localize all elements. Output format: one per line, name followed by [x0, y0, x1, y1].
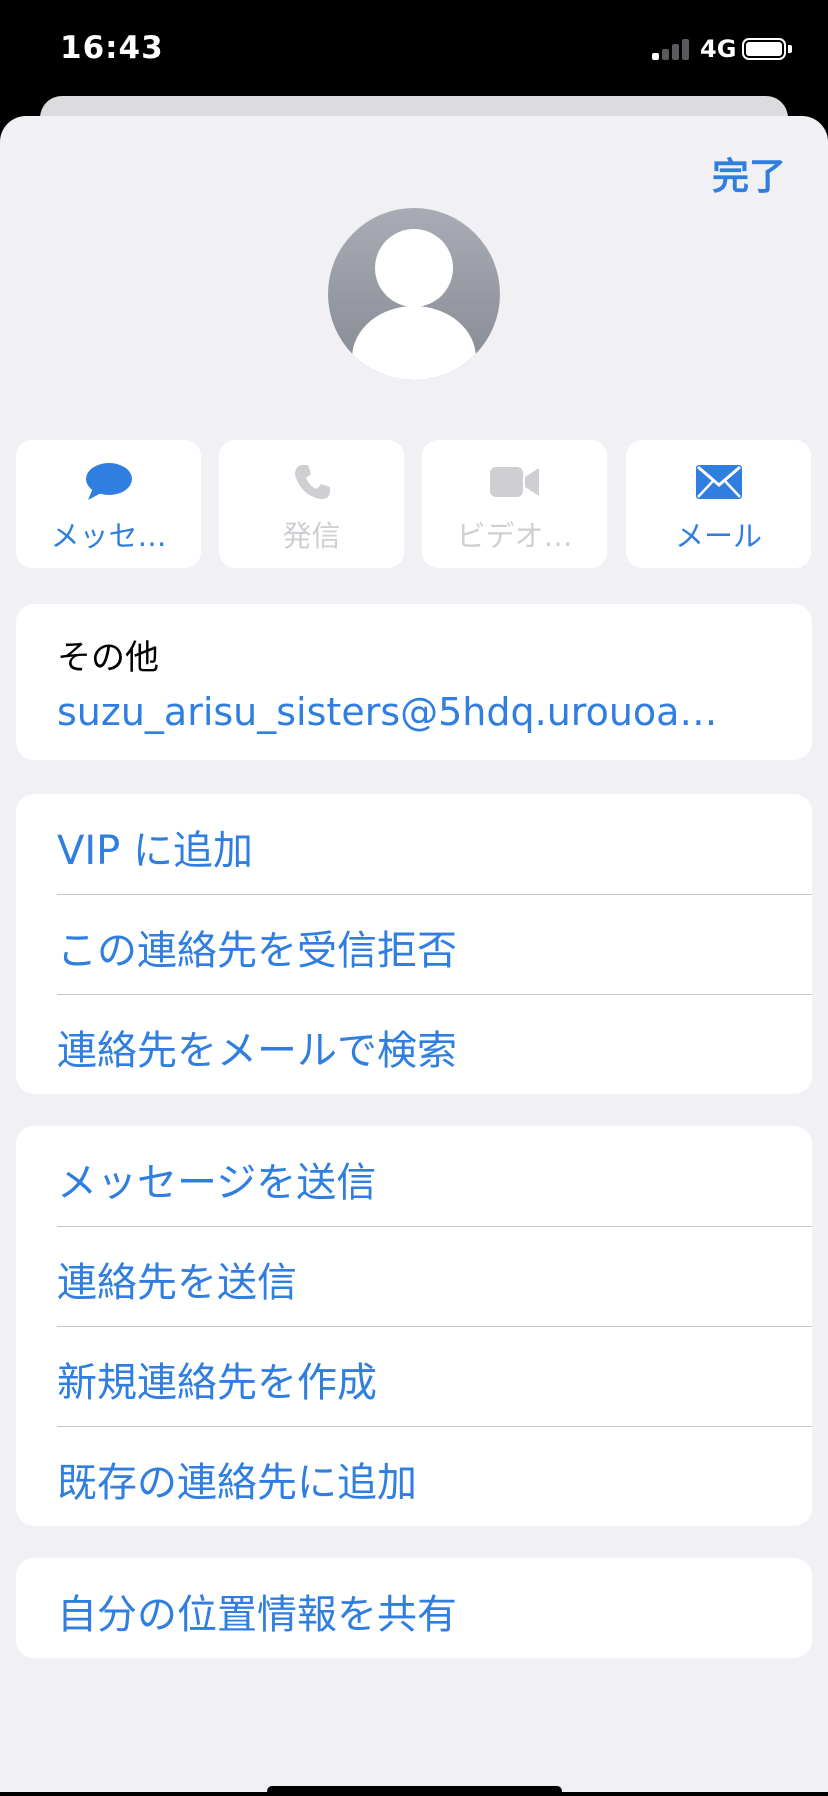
search-mail-label: 連絡先をメールで検索 [57, 1028, 457, 1074]
home-indicator [267, 1786, 562, 1796]
avatar [328, 208, 500, 380]
email-card: その他 suzu_arisu_sisters@5hdq.urouoa… [16, 604, 812, 760]
video-camera-icon [422, 462, 607, 502]
share-contact-label: 連絡先を送信 [57, 1260, 297, 1306]
done-button[interactable]: 完了 [712, 146, 786, 200]
mail-action-label: メール [674, 519, 762, 553]
send-message-label: メッセージを送信 [57, 1160, 377, 1206]
call-action-button[interactable]: 発信 [219, 440, 404, 568]
email-type-label: その他 [57, 638, 159, 678]
block-contact-row[interactable]: この連絡先を受信拒否 [16, 894, 812, 994]
battery-icon [742, 38, 792, 62]
share-location-row[interactable]: 自分の位置情報を共有 [16, 1558, 812, 1658]
message-action-label: メッセ… [50, 519, 167, 553]
person-placeholder-icon [352, 229, 476, 380]
send-message-row[interactable]: メッセージを送信 [16, 1126, 812, 1226]
share-options-group: メッセージを送信 連絡先を送信 新規連絡先を作成 既存の連絡先に追加 [16, 1126, 812, 1526]
share-location-label: 自分の位置情報を共有 [57, 1592, 457, 1638]
search-mail-row[interactable]: 連絡先をメールで検索 [16, 994, 812, 1094]
status-time: 16:43 [60, 30, 164, 66]
add-to-vip-label: VIP に追加 [57, 828, 253, 874]
cellular-signal-icon [652, 38, 690, 60]
message-action-button[interactable]: メッセ… [16, 440, 201, 568]
block-contact-label: この連絡先を受信拒否 [57, 928, 457, 974]
envelope-icon [626, 462, 811, 502]
share-contact-row[interactable]: 連絡先を送信 [16, 1226, 812, 1326]
quick-actions: メッセ… 発信 ビデオ… メール [16, 440, 812, 568]
call-action-label: 発信 [282, 519, 341, 553]
video-action-label: ビデオ… [456, 519, 573, 553]
email-address-link[interactable]: suzu_arisu_sisters@5hdq.urouoa… [57, 690, 777, 734]
contact-options-group: VIP に追加 この連絡先を受信拒否 連絡先をメールで検索 [16, 794, 812, 1094]
add-to-existing-contact-label: 既存の連絡先に追加 [57, 1460, 417, 1506]
add-to-vip-row[interactable]: VIP に追加 [16, 794, 812, 894]
contact-card-sheet: 完了 メッセ… 発信 ビデオ… メール その他 suzu_arisu_siste… [0, 116, 828, 1796]
add-to-existing-contact-row[interactable]: 既存の連絡先に追加 [16, 1426, 812, 1526]
phone-icon [219, 462, 404, 502]
video-action-button[interactable]: ビデオ… [422, 440, 607, 568]
create-new-contact-label: 新規連絡先を作成 [57, 1360, 377, 1406]
message-bubble-icon [16, 462, 201, 502]
create-new-contact-row[interactable]: 新規連絡先を作成 [16, 1326, 812, 1426]
network-type: 4G [700, 35, 737, 63]
location-group: 自分の位置情報を共有 [16, 1558, 812, 1658]
status-bar: 16:43 4G [0, 0, 828, 100]
mail-action-button[interactable]: メール [626, 440, 811, 568]
